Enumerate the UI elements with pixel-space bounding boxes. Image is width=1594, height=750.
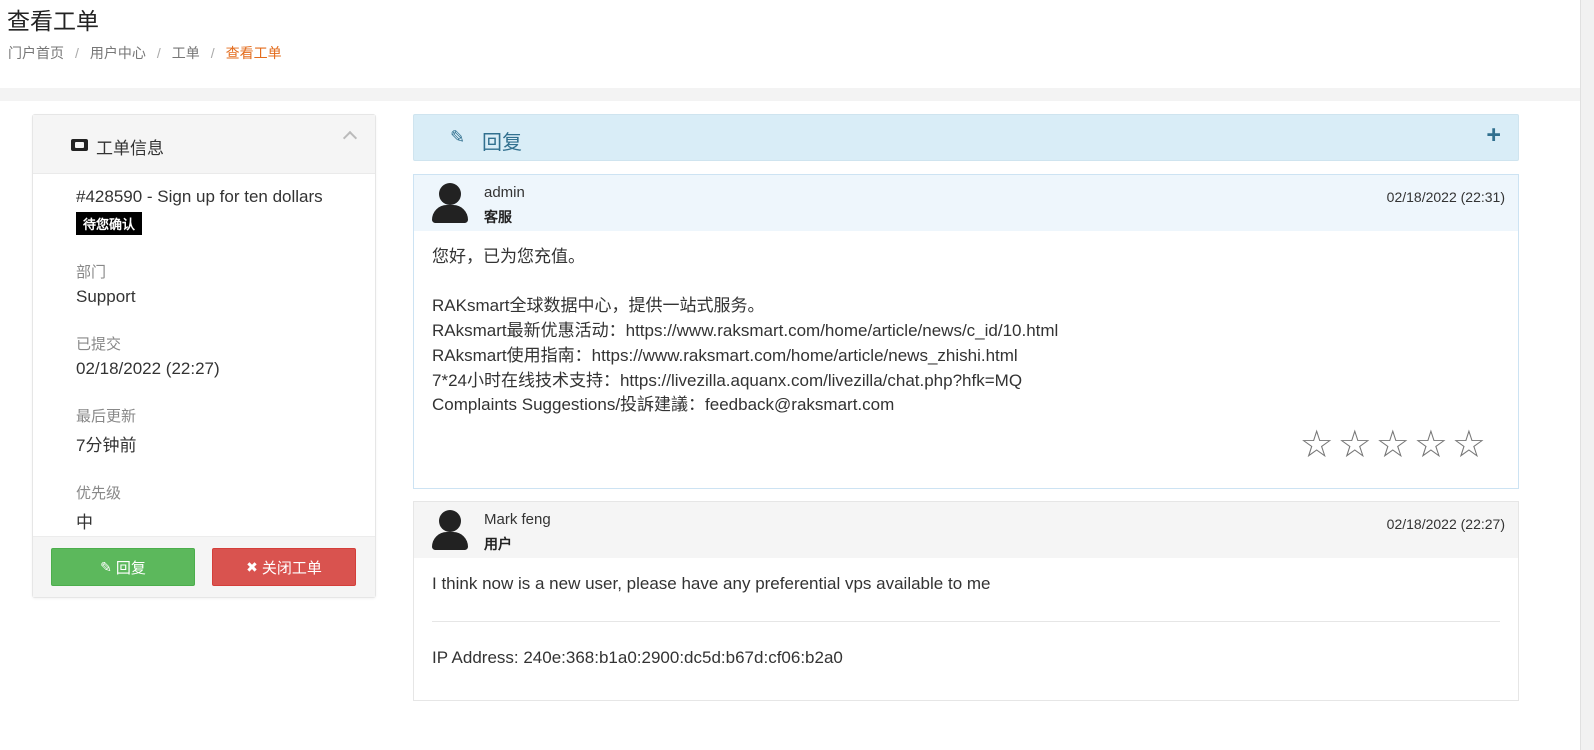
reply-panel-title: 回复 (482, 132, 522, 154)
message-body: I think now is a new user, please have a… (414, 558, 1518, 597)
times-icon: ✖ (246, 558, 258, 575)
last-updated-value: 7分钟前 (76, 436, 137, 455)
breadcrumb: 门户首页 / 用户中心 / 工单 / 查看工单 (8, 43, 282, 63)
star-outline-icon[interactable]: ☆ (1338, 426, 1372, 464)
ticket-subject: #428590 - Sign up for ten dollars (76, 187, 323, 206)
user-message: Mark feng 用户 02/18/2022 (22:27) I think … (413, 501, 1519, 701)
reply-panel-toggle[interactable]: ✎ 回复 + (413, 114, 1519, 161)
reply-button[interactable]: ✎ 回复 (51, 548, 195, 586)
rating-stars: ☆ ☆ ☆ ☆ ☆ (1296, 426, 1486, 464)
message-header: Mark feng 用户 02/18/2022 (22:27) (414, 502, 1518, 558)
vertical-scrollbar[interactable] (1580, 0, 1594, 750)
ticket-actions: ✎ 回复 ✖ 关闭工单 (33, 536, 375, 597)
breadcrumb-home[interactable]: 门户首页 (8, 43, 64, 63)
breadcrumb-separator: / (156, 45, 161, 61)
user-icon (432, 510, 468, 550)
star-outline-icon[interactable]: ☆ (1300, 426, 1334, 464)
breadcrumb-tickets[interactable]: 工单 (172, 43, 200, 63)
message-line: Complaints Suggestions/投訴建議：feedback@rak… (432, 395, 895, 415)
submitted-value: 02/18/2022 (22:27) (76, 359, 220, 378)
breadcrumb-separator: / (210, 45, 215, 61)
submitted-label: 已提交 (76, 336, 122, 353)
user-icon (432, 183, 468, 223)
message-date: 02/18/2022 (22:31) (1386, 189, 1505, 205)
breadcrumb-current: 查看工单 (225, 45, 282, 61)
ticket-info-title: 工单信息 (96, 139, 164, 158)
breadcrumb-user-center[interactable]: 用户中心 (90, 43, 146, 63)
priority-label: 优先级 (76, 485, 122, 502)
last-updated-label: 最后更新 (76, 408, 137, 425)
message-line: 7*24小时在线技术支持：https://livezilla.aquanx.co… (432, 370, 1023, 390)
message-date: 02/18/2022 (22:27) (1386, 516, 1505, 532)
message-author-role: 客服 (484, 209, 512, 225)
ip-address: IP Address: 240e:368:b1a0:2900:dc5d:b67d… (432, 647, 843, 667)
ticket-icon (71, 139, 88, 151)
ticket-info-header[interactable]: 工单信息 (33, 115, 375, 174)
star-outline-icon[interactable]: ☆ (1452, 426, 1486, 464)
message-header: admin 客服 02/18/2022 (22:31) (414, 175, 1518, 231)
header-divider-band (0, 88, 1580, 101)
message-body: 您好，已为您充值。 RAKsmart全球数据中心，提供一站式服务。 RAksma… (414, 231, 1518, 418)
pencil-icon: ✎ (100, 558, 112, 575)
message-author: Mark feng (484, 511, 551, 528)
message-author-role: 用户 (484, 536, 512, 552)
pencil-icon: ✎ (450, 127, 466, 147)
star-outline-icon[interactable]: ☆ (1376, 426, 1410, 464)
page-title: 查看工单 (7, 9, 99, 35)
message-line: 您好，已为您充值。 (432, 247, 585, 266)
plus-icon[interactable]: + (1486, 121, 1501, 150)
breadcrumb-separator: / (75, 45, 79, 61)
star-outline-icon[interactable]: ☆ (1414, 426, 1448, 464)
message-line: RAKsmart全球数据中心，提供一站式服务。 (432, 296, 765, 316)
page-header: 查看工单 门户首页 / 用户中心 / 工单 / 查看工单 (0, 0, 1580, 88)
message-line: I think now is a new user, please have a… (432, 574, 991, 593)
department-value: Support (76, 287, 136, 306)
department-label: 部门 (76, 264, 107, 281)
message-author: admin (484, 184, 525, 201)
status-badge: 待您确认 (76, 212, 143, 235)
priority-value: 中 (76, 513, 93, 532)
message-line: RAksmart最新优惠活动：https://www.raksmart.com/… (432, 321, 1059, 341)
ticket-info-body: #428590 - Sign up for ten dollars 待您确认 部… (33, 174, 375, 533)
message-line: RAksmart使用指南：https://www.raksmart.com/ho… (432, 345, 1018, 365)
chevron-up-icon[interactable] (342, 130, 358, 146)
reply-button-label: 回复 (115, 559, 146, 577)
staff-message: admin 客服 02/18/2022 (22:31) 您好，已为您充值。 RA… (413, 174, 1519, 489)
close-ticket-button-label: 关闭工单 (261, 559, 322, 577)
close-ticket-button[interactable]: ✖ 关闭工单 (212, 548, 356, 586)
ticket-info-panel: 工单信息 #428590 - Sign up for ten dollars 待… (32, 114, 376, 598)
